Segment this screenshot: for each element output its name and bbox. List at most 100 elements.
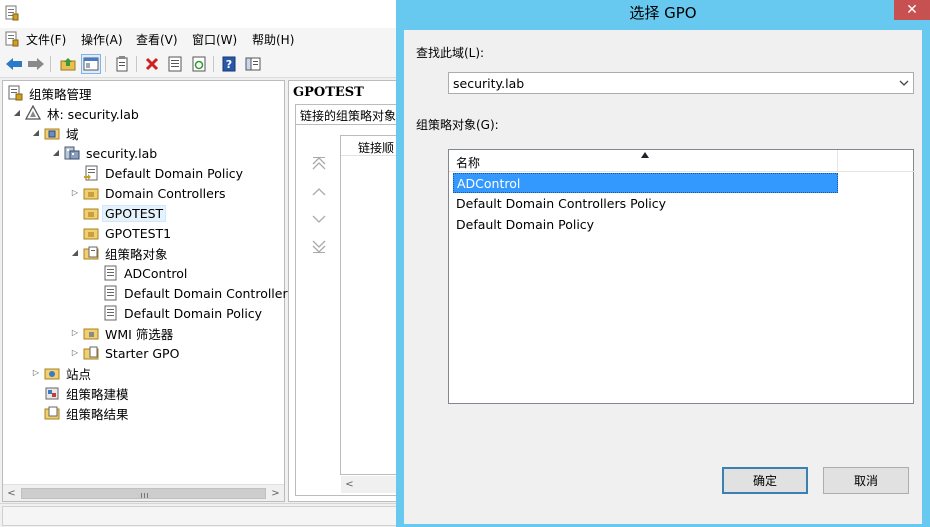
move-up-icon[interactable]	[310, 183, 328, 201]
detail-pane: GPOTEST 链接的组策略对象 链接顺 <	[288, 80, 415, 502]
close-button[interactable]: ✕	[894, 0, 930, 20]
results-icon	[44, 406, 60, 420]
starter-gpo-folder-icon	[83, 346, 99, 360]
gpo-link-icon	[84, 165, 98, 181]
tree-item-gpotest1[interactable]: GPOTEST1	[83, 223, 173, 243]
move-bottom-icon[interactable]	[310, 237, 328, 255]
tree-item-gpo-default-domain-controllers[interactable]: Default Domain Controllers	[102, 283, 296, 303]
menu-action[interactable]: 操作(A)	[81, 31, 123, 48]
gpo-container-icon	[83, 246, 99, 260]
gpo-icon	[104, 265, 117, 281]
properties-icon[interactable]	[165, 54, 185, 74]
collapse-triangle-icon[interactable]: ◢	[51, 148, 61, 157]
expand-triangle-icon[interactable]: ▷	[70, 348, 80, 357]
gpmc-toolbar: ?	[0, 50, 400, 78]
menu-view[interactable]: 查看(V)	[136, 31, 178, 48]
menu-file[interactable]: 文件(F)	[26, 31, 66, 48]
column-header-link-order[interactable]: 链接顺	[341, 136, 403, 156]
gpmc-menubar: 文件(F) 操作(A) 查看(V) 窗口(W) 帮助(H)	[0, 28, 400, 50]
help-icon[interactable]: ?	[219, 54, 239, 74]
forest-icon	[25, 105, 41, 120]
domain-dropdown[interactable]: security.lab	[448, 72, 914, 94]
linked-list-scrollbar[interactable]: <	[341, 476, 403, 493]
menu-help[interactable]: 帮助(H)	[252, 31, 294, 48]
tree-item-starter-gpo[interactable]: Starter GPO	[83, 343, 181, 363]
sort-ascending-icon	[641, 152, 649, 158]
gpmc-window: 文件(F) 操作(A) 查看(V) 窗口(W) 帮助(H) ? 组策略管理 ◢ …	[0, 0, 415, 527]
domain-label: 查找此域(L):	[416, 46, 485, 60]
linked-gpo-list[interactable]: 链接顺 <	[340, 135, 403, 493]
tree-horizontal-scrollbar[interactable]: < >	[3, 484, 284, 501]
chevron-down-icon	[899, 80, 909, 86]
tree-item-sites[interactable]: 站点	[44, 363, 93, 383]
column-header-name[interactable]: 名称	[449, 150, 838, 172]
tree-item-gpo-adcontrol[interactable]: ADControl	[102, 263, 189, 283]
ou-folder-icon	[83, 208, 99, 220]
move-top-icon[interactable]	[310, 155, 328, 173]
wmi-folder-icon	[83, 328, 99, 340]
ou-folder-icon	[83, 188, 99, 200]
gpo-list-header: 名称	[449, 150, 915, 172]
move-down-icon[interactable]	[310, 210, 328, 228]
dialog-title: 选择 GPO	[629, 4, 697, 22]
gpo-listview[interactable]: 名称 ADControl Default Domain Controllers …	[448, 149, 915, 404]
list-item-gpo[interactable]: Default Domain Policy	[453, 215, 838, 235]
back-arrow-icon[interactable]	[4, 54, 24, 74]
ok-button[interactable]: 确定	[722, 467, 808, 494]
status-field	[2, 506, 398, 526]
tree-item-wmi-filters[interactable]: WMI 筛选器	[83, 323, 175, 343]
up-folder-icon[interactable]	[58, 54, 78, 74]
tree-item-gp-results[interactable]: 组策略结果	[44, 403, 131, 423]
sites-icon	[44, 368, 60, 380]
forward-arrow-icon[interactable]	[26, 54, 46, 74]
tree-item-gp-modeling[interactable]: 组策略建模	[44, 383, 131, 403]
list-item-gpo[interactable]: ADControl	[453, 173, 838, 193]
tree-item-domain[interactable]: security.lab	[64, 143, 159, 163]
console-doc-icon	[5, 31, 19, 47]
modeling-icon	[45, 387, 59, 400]
expand-triangle-icon[interactable]: ▷	[70, 188, 80, 197]
gpo-icon	[104, 285, 117, 301]
tree-item-default-domain-policy-link[interactable]: Default Domain Policy	[83, 163, 245, 183]
collapse-triangle-icon[interactable]: ◢	[12, 108, 22, 117]
console-tree[interactable]: 组策略管理 ◢ 林: security.lab ◢ 域 ◢ security.l…	[2, 80, 294, 502]
detail-title: GPOTEST	[293, 85, 364, 100]
tree-item-gpmc-root[interactable]: 组策略管理	[7, 83, 94, 103]
tab-body: 链接顺 <	[295, 124, 403, 496]
tree-item-forest[interactable]: 林: security.lab	[25, 103, 141, 123]
gpo-icon	[104, 305, 117, 321]
gpmc-root-icon	[8, 85, 23, 101]
domains-folder-icon	[44, 128, 60, 140]
collapse-triangle-icon[interactable]: ◢	[31, 128, 41, 137]
cancel-button[interactable]: 取消	[823, 467, 909, 494]
delete-icon[interactable]	[142, 54, 162, 74]
close-icon: ✕	[906, 2, 918, 18]
tree-item-gpotest[interactable]: GPOTEST	[83, 203, 167, 223]
expand-triangle-icon[interactable]: ▷	[70, 328, 80, 337]
list-item-gpo[interactable]: Default Domain Controllers Policy	[453, 194, 838, 214]
svg-text:?: ?	[226, 58, 232, 71]
gpmc-app-icon	[5, 5, 19, 21]
clipboard-icon[interactable]	[112, 54, 132, 74]
gpo-list-label: 组策略对象(G):	[416, 118, 499, 132]
collapse-triangle-icon[interactable]: ◢	[70, 248, 80, 257]
tree-item-gpo-container[interactable]: 组策略对象	[83, 243, 170, 263]
console-tree-icon[interactable]	[243, 54, 263, 74]
tree-item-domain-controllers[interactable]: Domain Controllers	[83, 183, 227, 203]
menu-window[interactable]: 窗口(W)	[192, 31, 237, 48]
scroll-right-icon[interactable]: >	[267, 485, 284, 502]
domain-value: security.lab	[453, 76, 525, 91]
tree-item-domains[interactable]: 域	[44, 123, 81, 143]
tree-item-gpo-default-domain-policy[interactable]: Default Domain Policy	[102, 303, 264, 323]
scroll-left-icon[interactable]: <	[341, 476, 358, 493]
scroll-thumb[interactable]	[21, 488, 266, 499]
select-gpo-dialog: 选择 GPO ✕ 查找此域(L): security.lab 组策略对象(G):…	[396, 0, 930, 527]
show-hide-tree-icon[interactable]	[81, 54, 101, 74]
statusbar	[0, 503, 400, 527]
scroll-left-icon[interactable]: <	[3, 485, 20, 502]
ou-folder-icon	[83, 228, 99, 240]
gpmc-titlebar	[0, 0, 400, 28]
expand-triangle-icon[interactable]: ▷	[31, 368, 41, 377]
dialog-body: 查找此域(L): security.lab 组策略对象(G): 名称 ADCon…	[404, 30, 922, 524]
refresh-icon[interactable]	[189, 54, 209, 74]
